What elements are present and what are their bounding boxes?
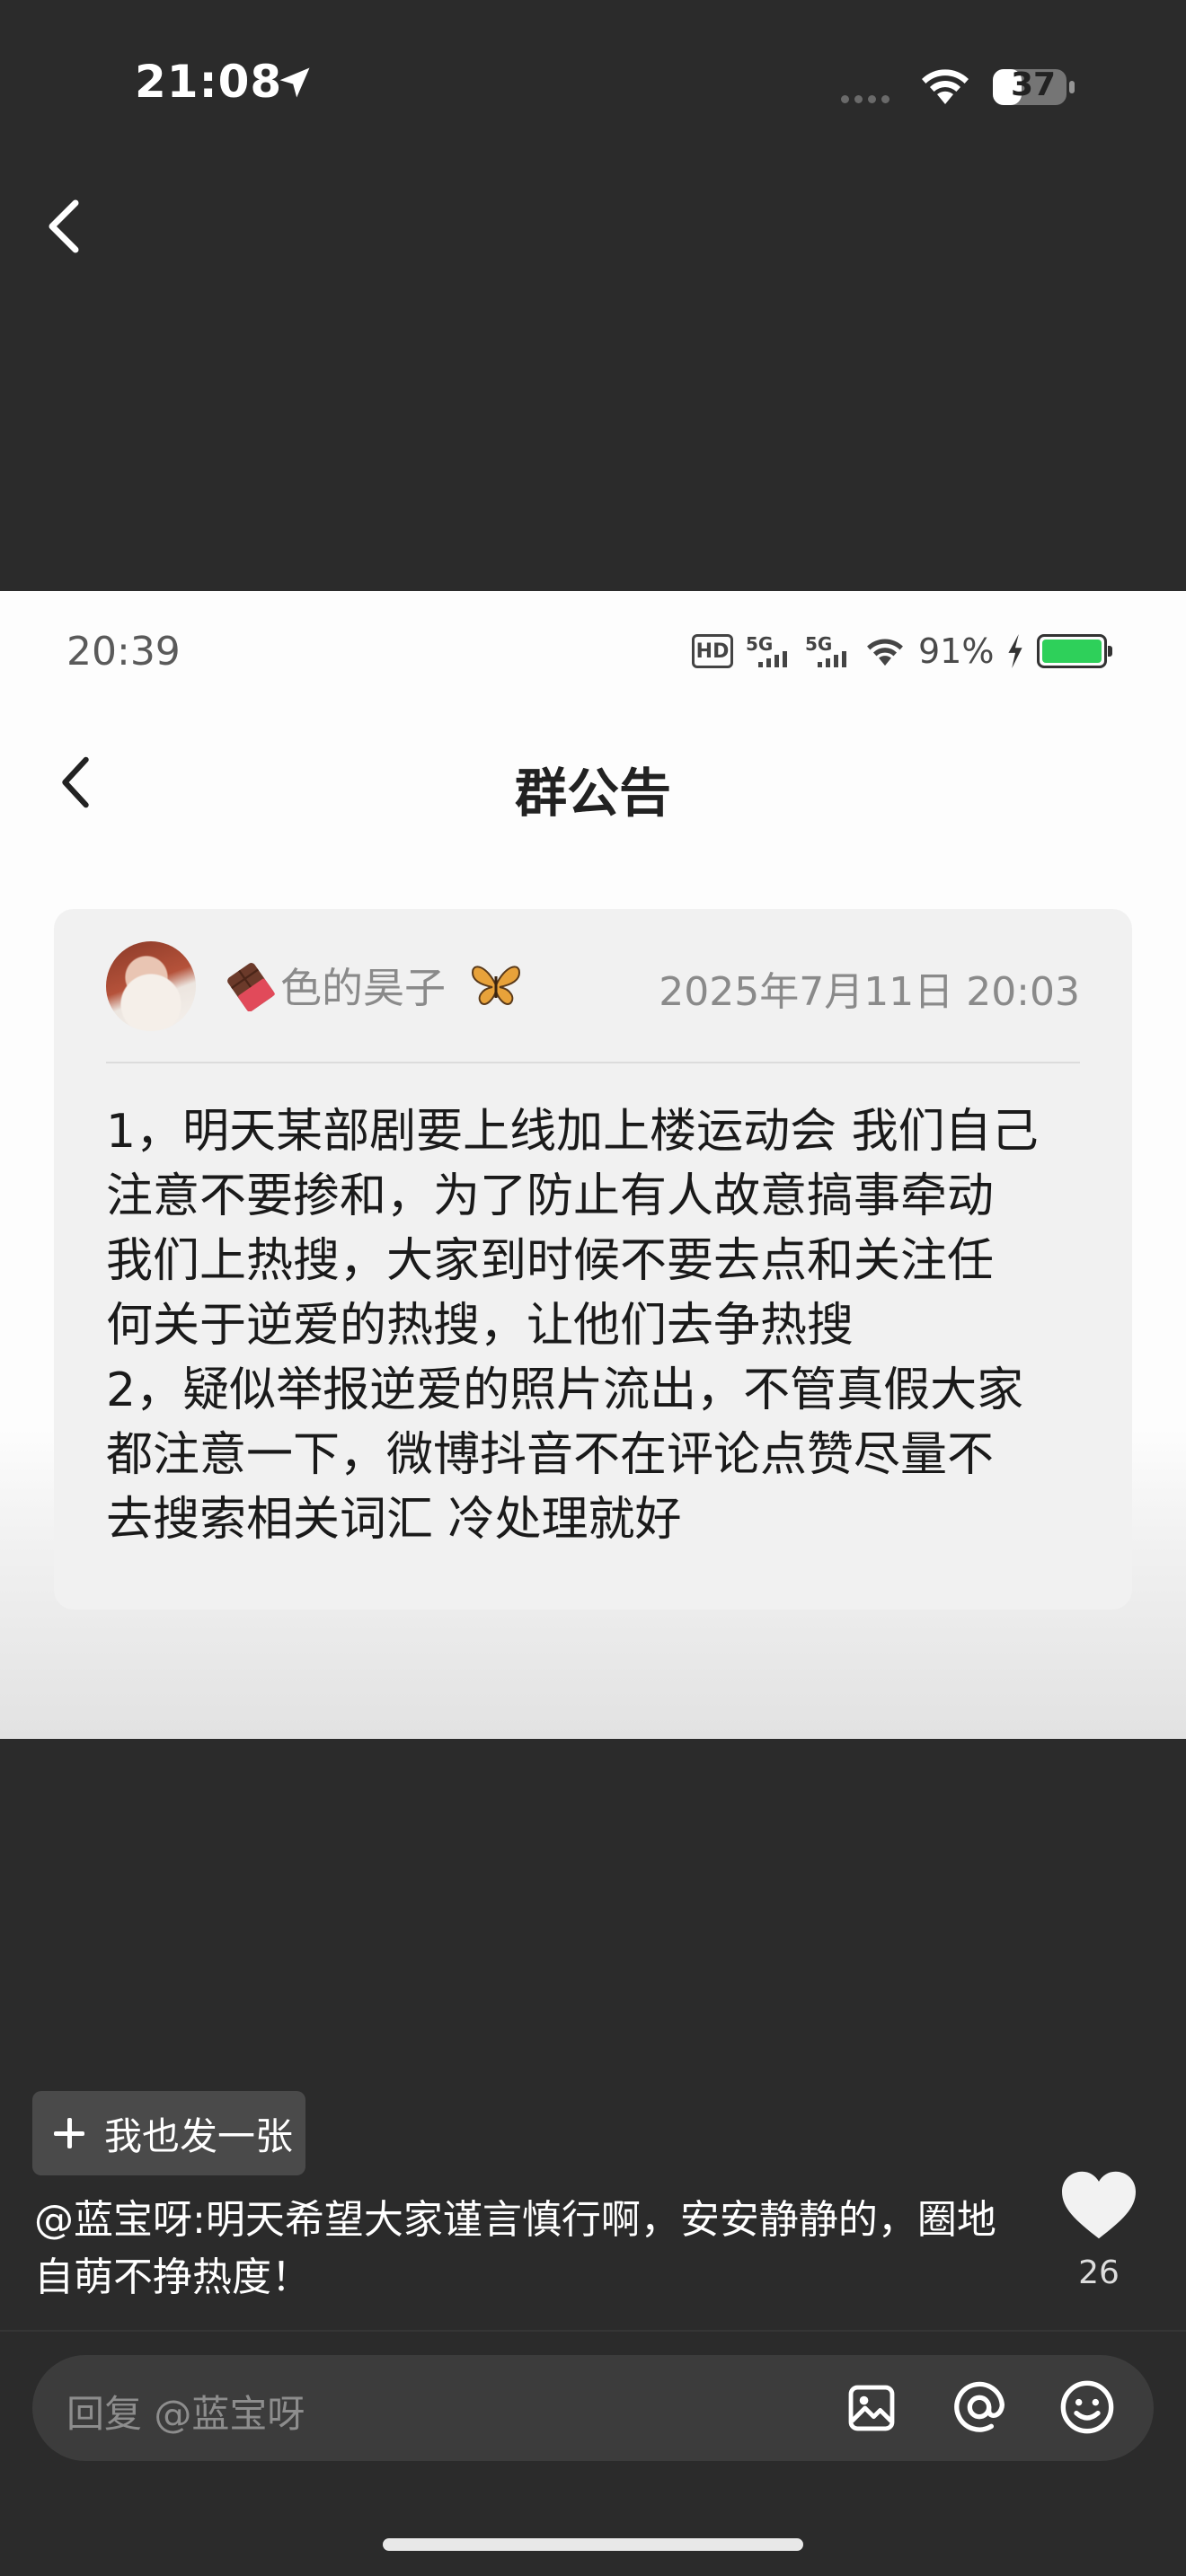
back-button[interactable] <box>43 198 83 255</box>
announcement-line: 何关于逆爱的热搜，让他们去争热搜 <box>106 1299 854 1353</box>
battery-level: 37 <box>1010 66 1057 103</box>
comment-line: 自萌不挣热度！ <box>34 2254 311 2300</box>
signal-5g-icon-2: 5G <box>805 633 852 669</box>
comment-line: @蓝宝呀:明天希望大家谨言慎行啊，安安静静的，圈地 <box>34 2197 996 2243</box>
divider <box>106 1062 1080 1063</box>
image-icon[interactable] <box>845 2382 898 2434</box>
signal-dots-icon <box>841 90 895 107</box>
charging-icon <box>1008 634 1023 668</box>
emoji-icon[interactable] <box>1058 2378 1116 2436</box>
heart-icon[interactable] <box>1058 2168 1139 2242</box>
announcement-line: 2，疑似举报逆爱的照片流出，不管真假大家 <box>106 1363 1024 1417</box>
announcement-card: 色的昊子 2025年7月11日 20:03 1，明天某部剧要上线加上楼运动会 我… <box>54 909 1132 1610</box>
signal-5g-icon: 5G <box>746 633 792 669</box>
screenshot-status-icons: HD 5G 5G 91% <box>692 629 1113 674</box>
screenshot-status-time: 20:39 <box>66 629 181 675</box>
butterfly-icon <box>471 966 521 1005</box>
announcement-line: 都注意一下，微博抖音不在评论点赞尽量不 <box>106 1428 995 1482</box>
like-count: 26 <box>1078 2254 1120 2291</box>
battery-percent: 91% <box>918 631 995 671</box>
wifi-icon <box>922 69 969 104</box>
announcement-body: 1，明天某部剧要上线加上楼运动会 我们自己 注意不要掺和，为了防止有人故意搞事牵… <box>106 1099 1094 1552</box>
post-datetime: 2025年7月11日 20:03 <box>659 969 1080 1015</box>
wifi-icon <box>867 639 903 666</box>
chocolate-icon <box>227 963 275 1011</box>
at-icon[interactable] <box>951 2378 1008 2436</box>
shared-screenshot[interactable]: 20:39 HD 5G 5G 91% 群公告 色的昊子 2025年7月11日 2… <box>0 591 1186 1739</box>
plus-icon <box>54 2118 84 2148</box>
reply-placeholder: 回复 @蓝宝呀 <box>66 2392 305 2436</box>
announcement-line: 1，明天某部剧要上线加上楼运动会 我们自己 <box>106 1105 1039 1159</box>
announcement-line: 注意不要掺和，为了防止有人故意搞事牵动 <box>106 1169 995 1223</box>
comment-text[interactable]: @蓝宝呀:明天希望大家谨言慎行啊，安安静静的，圈地 自萌不挣热度！ <box>34 2192 1022 2307</box>
location-arrow-icon <box>279 67 310 98</box>
divider <box>0 2330 1186 2332</box>
battery-icon <box>1037 634 1113 668</box>
home-indicator[interactable] <box>383 2538 803 2551</box>
reply-input[interactable]: 回复 @蓝宝呀 <box>32 2355 1154 2461</box>
page-title: 群公告 <box>514 763 671 824</box>
post-too-label: 我也发一张 <box>104 2113 294 2158</box>
avatar <box>106 941 196 1031</box>
author-name: 色的昊子 <box>280 964 446 1012</box>
announcement-line: 去搜索相关词汇 冷处理就好 <box>106 1493 682 1547</box>
status-time: 21:08 <box>135 56 283 108</box>
post-too-button[interactable]: 我也发一张 <box>32 2091 305 2175</box>
hd-icon: HD <box>692 634 733 668</box>
announcement-line: 我们上热搜，大家到时候不要去点和关注任 <box>106 1234 995 1288</box>
